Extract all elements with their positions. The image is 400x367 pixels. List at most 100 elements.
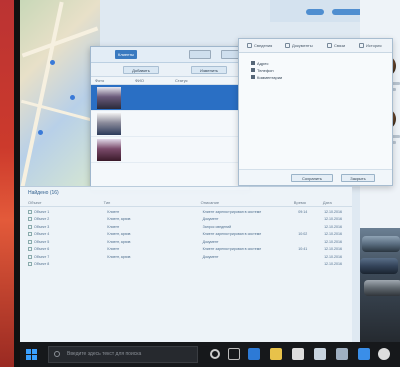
cortana-icon[interactable] <box>210 349 220 359</box>
row-checkbox[interactable] <box>28 247 32 252</box>
table-cell: 12.10.2016 <box>324 217 343 222</box>
field-icon <box>251 75 255 79</box>
tab-documents[interactable]: Документы <box>285 42 313 50</box>
task-view-icon[interactable] <box>228 348 240 360</box>
detail-item[interactable]: Телефон <box>251 68 274 73</box>
info-icon <box>247 43 252 48</box>
browser-icon[interactable] <box>248 348 260 360</box>
table-cell: Объект 8 <box>26 261 105 269</box>
client-list-window: Клиенты Добавить Изменить Фото ФИО Стату… <box>90 46 250 191</box>
table-row[interactable]: Объект 4 Клиент, архив Клиент зарегистриро… <box>26 231 352 239</box>
table-cell <box>105 261 200 269</box>
detail-window: Сведения Документы Связи История Адрес Т… <box>238 38 393 186</box>
tab-clients[interactable]: Клиенты <box>115 50 138 59</box>
table-cell: Клиент зарегистрирован в системе <box>202 232 262 237</box>
table-cell <box>296 216 322 224</box>
list-item[interactable] <box>91 137 249 163</box>
table-row[interactable]: Объект 5 Клиент, архив Документ 12.10.2016 <box>26 238 352 246</box>
search-icon <box>54 351 60 357</box>
table-cell: Клиент <box>107 209 120 214</box>
table-cell: Клиент <box>107 224 120 229</box>
table-cell: Объект 4 <box>26 231 105 239</box>
field-icon <box>251 68 255 72</box>
column-header[interactable]: Фото <box>91 77 131 84</box>
app-icon[interactable] <box>336 348 348 360</box>
table-cell: Документ <box>202 217 219 222</box>
table-cell: Документ <box>202 254 219 259</box>
results-window: Найдено (16) Объект Тип Описание Время Д… <box>20 186 352 342</box>
app-icon[interactable] <box>292 348 304 360</box>
table-cell: 10:02 <box>298 232 308 237</box>
row-checkbox[interactable] <box>28 239 32 244</box>
table-cell <box>296 223 322 231</box>
explorer-icon[interactable] <box>270 348 282 360</box>
edit-button[interactable]: Изменить <box>191 66 227 74</box>
table-cell: Клиент <box>107 247 120 252</box>
windows-start-icon[interactable] <box>26 349 37 360</box>
row-checkbox[interactable] <box>28 232 32 237</box>
row-checkbox[interactable] <box>28 209 32 214</box>
screen: Клиенты Добавить Изменить Фото ФИО Стату… <box>20 0 400 342</box>
column-header[interactable]: Дата <box>323 199 352 206</box>
map-marker-icon[interactable] <box>70 95 75 100</box>
table-row[interactable]: Объект 7 Клиент, архив Документ 12.10.2016 <box>26 253 352 261</box>
tab-links[interactable]: Связи <box>327 42 345 50</box>
table-cell: 12.10.2016 <box>324 232 343 237</box>
table-cell: 12.10.2016 <box>324 262 343 267</box>
column-header[interactable]: Статус <box>171 77 211 84</box>
table-cell <box>201 261 297 269</box>
close-button[interactable]: Закрыть <box>341 174 375 182</box>
row-checkbox[interactable] <box>28 224 32 229</box>
table-cell: 12.10.2016 <box>324 254 343 259</box>
map-background <box>20 0 100 190</box>
taskbar-search-box[interactable]: Введите здесь текст для поиска <box>48 346 198 363</box>
results-table: Объект 1 Клиент Клиент зарегистрирован в с… <box>26 208 352 268</box>
app-icon[interactable] <box>314 348 326 360</box>
table-row[interactable]: Объект 1 Клиент Клиент зарегистрирован в с… <box>26 208 352 216</box>
column-header[interactable]: Объект <box>20 199 104 206</box>
table-cell: 12.10.2016 <box>324 247 343 252</box>
table-cell: 12.10.2016 <box>324 209 343 214</box>
table-row[interactable]: Объект 6 Клиент Клиент зарегистрирован в с… <box>26 246 352 254</box>
table-cell: 09:14 <box>298 209 308 214</box>
table-cell: Объект 5 <box>26 238 105 246</box>
table-cell <box>296 253 322 261</box>
column-header[interactable]: Время <box>294 199 323 206</box>
table-cell: Объект 7 <box>26 253 105 261</box>
table-row[interactable]: Объект 8 12.10.2016 <box>26 261 352 269</box>
table-cell: Запрос сведений <box>202 224 232 229</box>
table-cell: Клиент, архив <box>107 232 131 237</box>
field-icon <box>251 61 255 65</box>
table-row[interactable]: Объект 3 Клиент Запрос сведений 12.10.2016 <box>26 223 352 231</box>
vehicle-photo[interactable] <box>360 228 400 342</box>
map-marker-icon[interactable] <box>50 60 55 65</box>
column-header[interactable]: Описание <box>201 199 294 206</box>
column-header[interactable]: ФИО <box>131 77 171 84</box>
active-app-icon[interactable] <box>358 348 370 360</box>
table-cell: Объект 1 <box>26 208 105 216</box>
list-column-headers: Фото ФИО Статус <box>91 77 249 85</box>
list-window-button[interactable] <box>189 50 211 59</box>
face-thumbnail <box>97 113 121 135</box>
list-item[interactable] <box>91 85 249 111</box>
document-icon <box>285 43 290 48</box>
list-window-titlebar: Клиенты <box>91 47 249 63</box>
detail-item[interactable]: Комментарии <box>251 75 282 80</box>
row-checkbox[interactable] <box>28 217 32 222</box>
tab-info[interactable]: Сведения <box>247 42 272 50</box>
tab-history[interactable]: История <box>359 42 382 50</box>
row-checkbox[interactable] <box>28 262 32 267</box>
save-button[interactable]: Сохранить <box>291 174 333 182</box>
face-thumbnail <box>97 139 121 161</box>
column-header[interactable]: Тип <box>104 199 201 206</box>
map-marker-icon[interactable] <box>38 130 43 135</box>
add-button[interactable]: Добавить <box>123 66 159 74</box>
app-icon[interactable] <box>378 348 390 360</box>
results-header: Найдено (16) <box>20 187 352 199</box>
table-cell <box>296 238 322 246</box>
list-item[interactable] <box>91 111 249 137</box>
row-checkbox[interactable] <box>28 254 32 259</box>
detail-item[interactable]: Адрес <box>251 61 268 66</box>
table-cell: 12.10.2016 <box>324 224 343 229</box>
table-row[interactable]: Объект 2 Клиент, архив Документ 12.10.2016 <box>26 216 352 224</box>
